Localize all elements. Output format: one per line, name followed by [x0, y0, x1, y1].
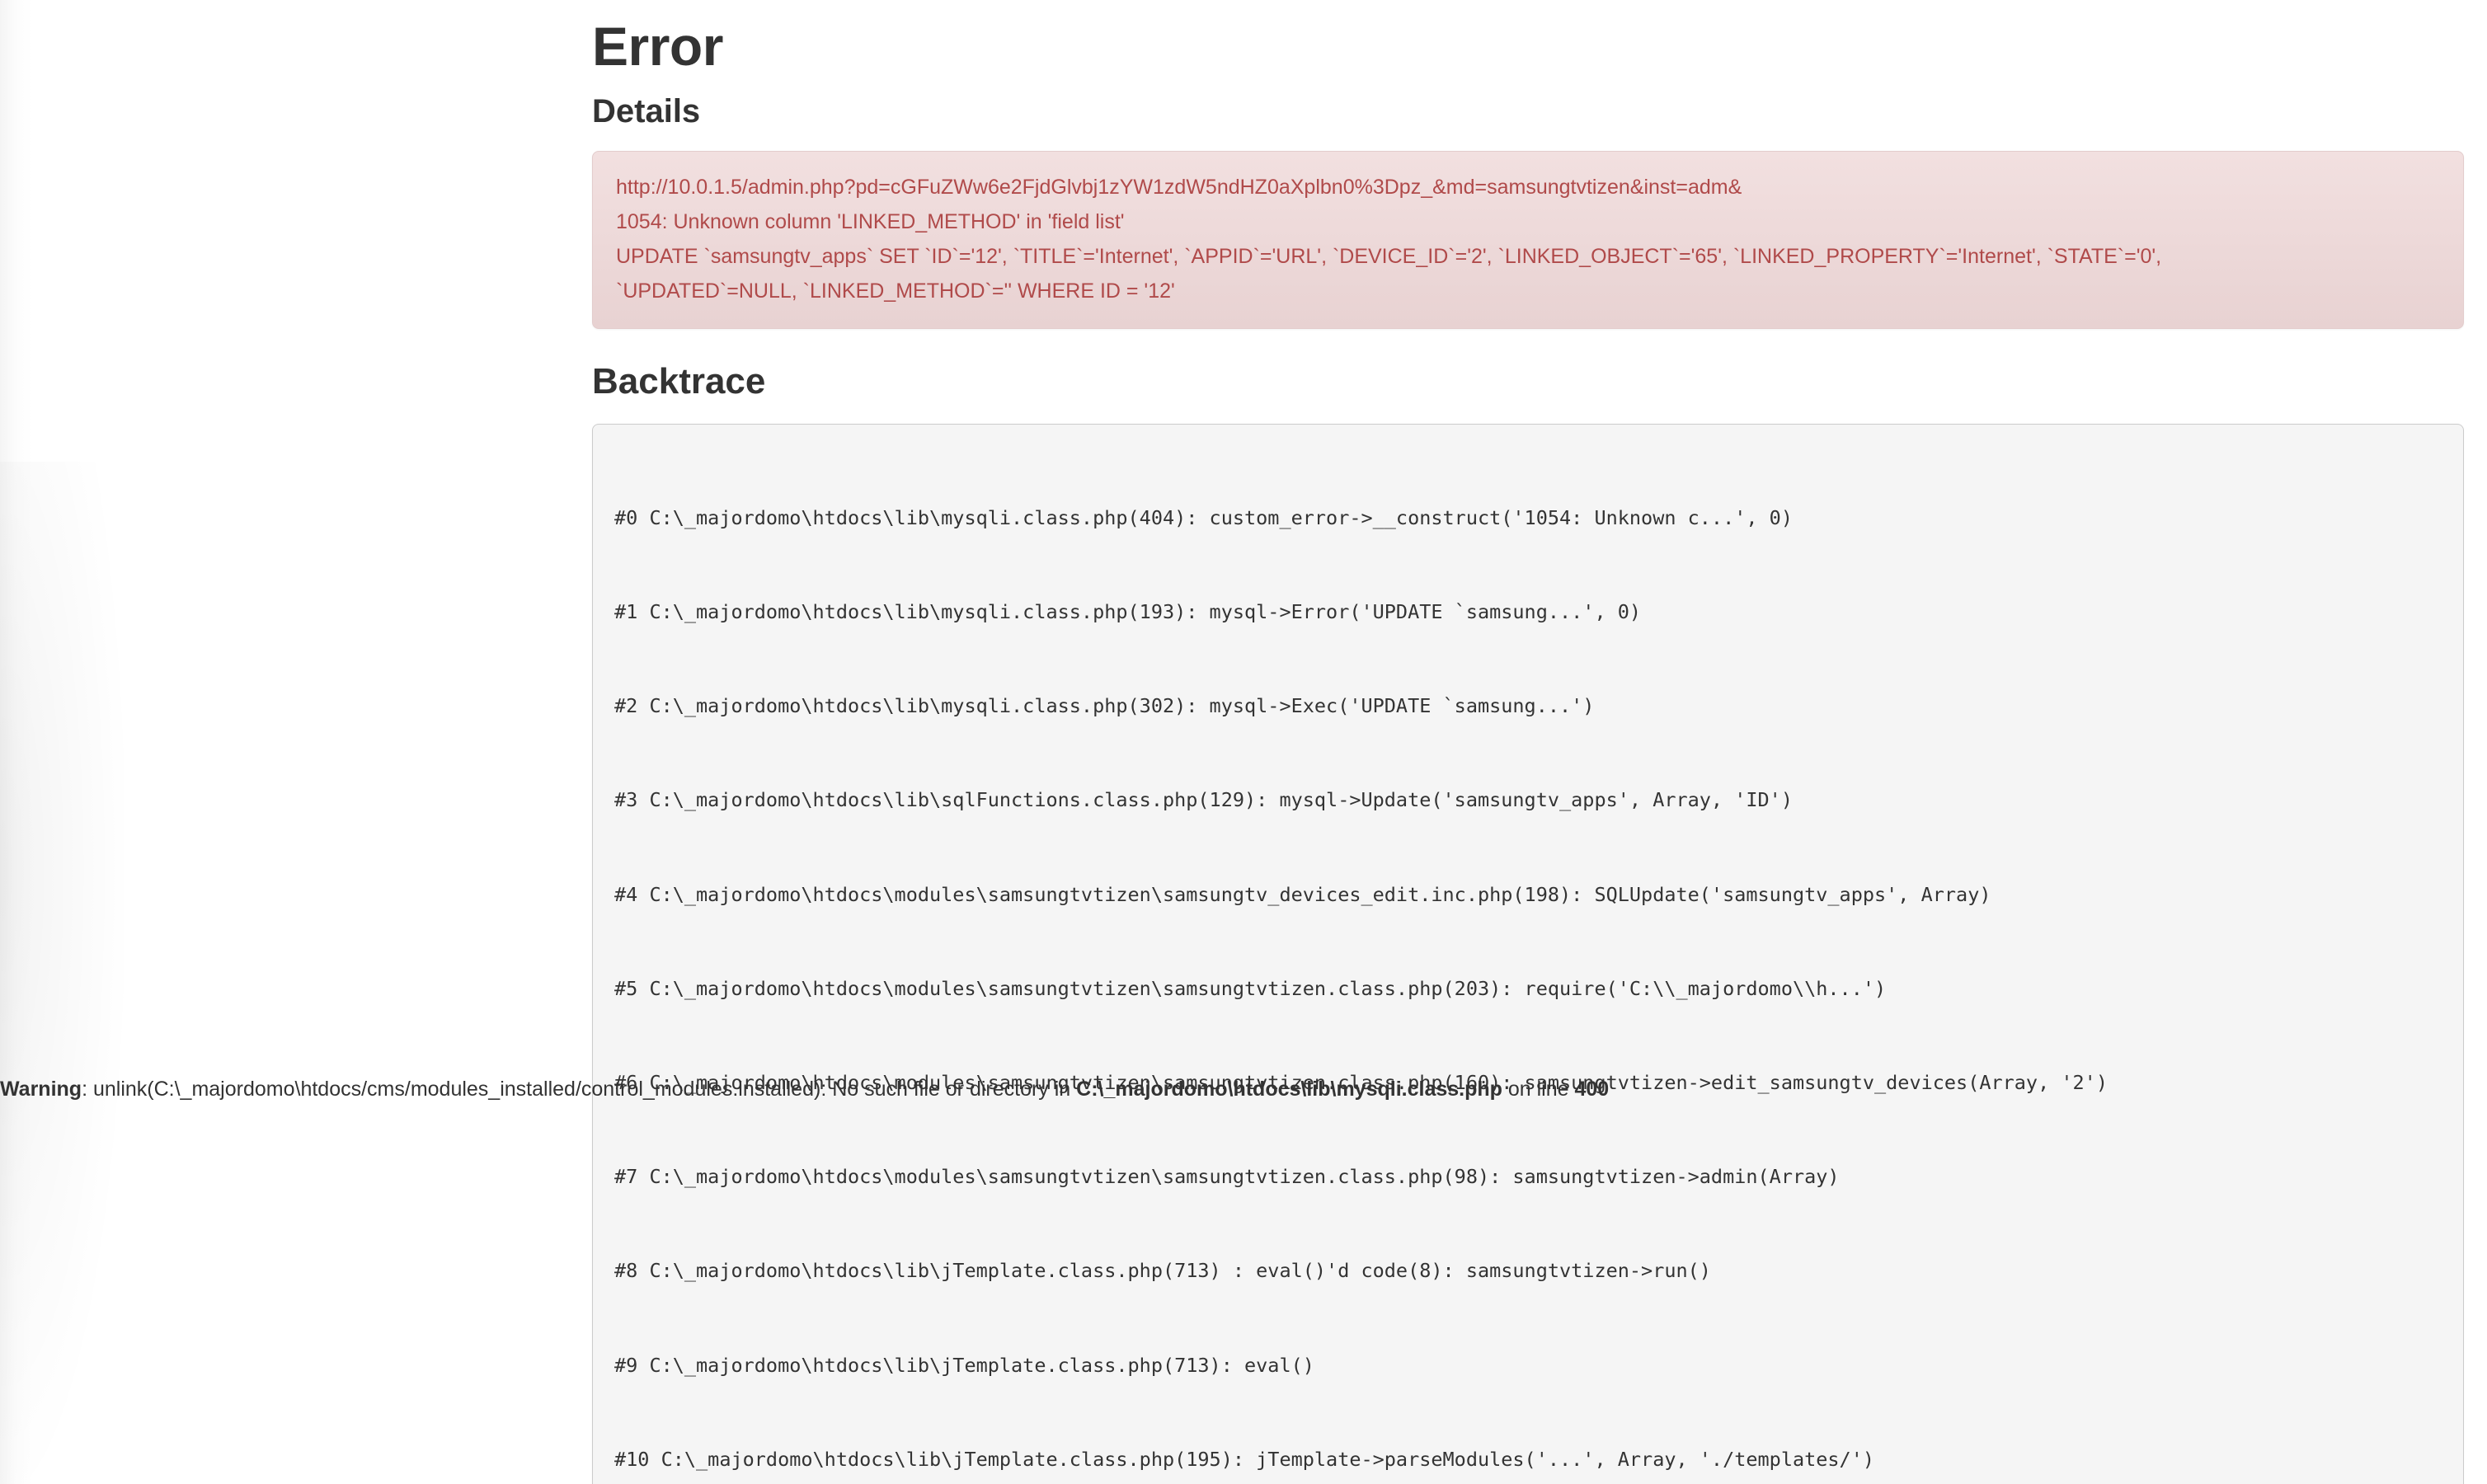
page-title: Error — [592, 16, 723, 77]
backtrace-line: #2 C:\_majordomo\htdocs\lib\mysqli.class… — [614, 694, 1595, 718]
error-page: Error Details http://10.0.1.5/admin.php?… — [0, 0, 2487, 1484]
error-details-box: http://10.0.1.5/admin.php?pd=cGFuZWw6e2F… — [592, 151, 2464, 330]
backtrace-line: #1 C:\_majordomo\htdocs\lib\mysqli.class… — [614, 600, 1642, 623]
error-detail-line: 1054: Unknown column 'LINKED_METHOD' in … — [616, 210, 1125, 234]
backtrace-line: #7 C:\_majordomo\htdocs\modules\samsungt… — [614, 1165, 1840, 1189]
error-detail-line: `UPDATED`=NULL, `LINKED_METHOD`='' WHERE… — [616, 279, 1175, 303]
details-heading: Details — [592, 93, 701, 130]
backtrace-line: #8 C:\_majordomo\htdocs\lib\jTemplate.cl… — [614, 1259, 1711, 1283]
warning-line-number: 400 — [1574, 1078, 1610, 1101]
error-detail-line: http://10.0.1.5/admin.php?pd=cGFuZWw6e2F… — [616, 176, 1742, 200]
backtrace-heading: Backtrace — [592, 361, 766, 402]
error-section-one: Error Details http://10.0.1.5/admin.php?… — [592, 0, 2464, 1484]
backtrace-line: #4 C:\_majordomo\htdocs\modules\samsungt… — [614, 882, 1991, 906]
backtrace-line: #3 C:\_majordomo\htdocs\lib\sqlFunctions… — [614, 788, 1793, 812]
backtrace-line: #0 C:\_majordomo\htdocs\lib\mysqli.class… — [614, 505, 1793, 529]
php-warning-message: Warning: unlink(C:\_majordomo\htdocs/cms… — [0, 1076, 2487, 1103]
warning-label: Warning — [0, 1078, 82, 1101]
backtrace-line: #10 C:\_majordomo\htdocs\lib\jTemplate.c… — [614, 1447, 1875, 1471]
error-detail-line: UPDATE `samsungtv_apps` SET `ID`='12', `… — [616, 245, 2162, 269]
backtrace-box: #0 C:\_majordomo\htdocs\lib\mysqli.class… — [592, 423, 2464, 1484]
warning-file-path: C:\_majordomo\htdocs\lib\mysqli.class.ph… — [1076, 1078, 1502, 1101]
warning-text: : unlink(C:\_majordomo\htdocs/cms/module… — [82, 1078, 1077, 1101]
backtrace-line: #9 C:\_majordomo\htdocs\lib\jTemplate.cl… — [614, 1353, 1314, 1377]
backtrace-line: #5 C:\_majordomo\htdocs\modules\samsungt… — [614, 976, 1887, 1000]
warning-on-line-text: on line — [1502, 1078, 1575, 1101]
